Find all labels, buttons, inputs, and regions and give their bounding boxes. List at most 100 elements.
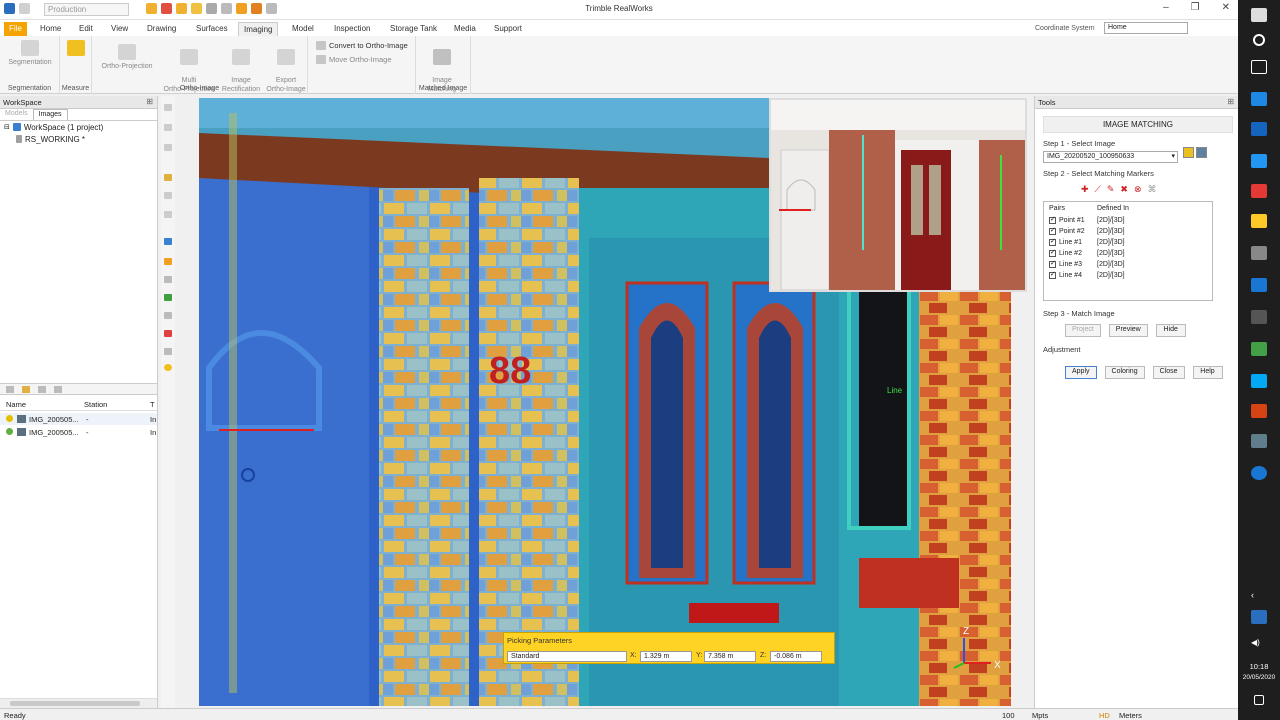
pin-icon[interactable]: ⊞ (1227, 97, 1234, 106)
tab-support[interactable]: Support (489, 22, 527, 36)
collapse-icon[interactable]: ⊟ (4, 123, 10, 131)
x-value-field[interactable]: 1.329 m (640, 651, 692, 662)
calculator-icon[interactable] (1251, 310, 1267, 324)
coloring-button[interactable]: Coloring (1104, 366, 1145, 379)
pin-icon[interactable]: ⊞ (146, 97, 153, 106)
restore-icon[interactable]: ❐ (1191, 2, 1200, 13)
app-icon[interactable] (1251, 466, 1267, 480)
add-point-icon[interactable]: ✚ (1081, 184, 1089, 195)
settings-icon[interactable] (1251, 246, 1267, 260)
tree-project[interactable]: ⊟ WorkSpace (1 project) (0, 121, 157, 133)
add-line-icon[interactable]: ⟋ (1095, 184, 1101, 195)
list-item[interactable]: Point #2 [2D]/[3D] (1044, 226, 1212, 237)
tab-file[interactable]: File (4, 22, 27, 36)
tab-drawing[interactable]: Drawing (142, 22, 181, 36)
list-item[interactable]: Line #3 [2D]/[3D] (1044, 259, 1212, 270)
chevron-left-icon[interactable]: ‹ (1251, 590, 1267, 604)
minimize-icon[interactable]: – (1163, 2, 1169, 13)
tab-model[interactable]: Model (287, 22, 319, 36)
pair-checkbox[interactable] (1049, 237, 1056, 246)
up-icon[interactable] (38, 385, 46, 393)
list-item[interactable]: IMG_200505... - In (0, 413, 157, 425)
pick-image-icon[interactable] (1183, 147, 1194, 158)
pair-checkbox[interactable] (1049, 270, 1056, 279)
tool-icon[interactable] (164, 104, 172, 111)
tab-inspection[interactable]: Inspection (329, 22, 375, 36)
windows-start-icon[interactable] (1251, 8, 1267, 22)
project-button[interactable]: Project (1065, 324, 1101, 337)
tree-node[interactable]: RS_WORKING * (0, 133, 157, 145)
tab-view[interactable]: View (106, 22, 133, 36)
folder-icon[interactable] (22, 385, 30, 393)
pair-checkbox[interactable] (1049, 215, 1056, 224)
search-icon[interactable] (1253, 34, 1265, 46)
z-value-field[interactable]: -0.086 m (770, 651, 822, 662)
clear-markers-icon[interactable]: ⊗ (1134, 184, 1142, 195)
hd-label[interactable]: HD (1099, 711, 1110, 720)
scrollbar-thumb[interactable] (10, 701, 140, 706)
units-select[interactable]: Meters (1119, 711, 1142, 720)
tool-icon[interactable] (164, 294, 172, 301)
horizontal-scrollbar[interactable] (0, 698, 157, 708)
picking-mode-select[interactable]: Standard (507, 651, 627, 662)
tool-icon[interactable] (164, 124, 172, 131)
list-item[interactable]: IMG_200505... - In (0, 426, 157, 438)
image-options-icon[interactable] (1196, 147, 1207, 158)
tab-images[interactable]: Images (32, 109, 68, 120)
list-item[interactable]: Point #1 [2D]/[3D] (1044, 215, 1212, 226)
tool-icon[interactable] (164, 211, 172, 218)
tab-storage-tank[interactable]: Storage Tank (385, 22, 442, 36)
close-button[interactable]: Close (1152, 366, 1185, 379)
image-select[interactable]: IMG_20200520_100950633 ▾ (1043, 151, 1178, 163)
apply-button[interactable]: Apply (1065, 366, 1097, 379)
tool-icon[interactable] (164, 174, 172, 181)
hide-button[interactable]: Hide (1155, 324, 1186, 337)
help-button[interactable]: Help (1192, 366, 1223, 379)
network-icon[interactable] (1251, 610, 1267, 624)
column-t[interactable]: T (150, 400, 155, 409)
chrome-icon[interactable] (1251, 184, 1267, 198)
volume-icon[interactable]: ◀) (1251, 638, 1267, 652)
tool-icon[interactable] (164, 348, 172, 355)
tool-icon[interactable] (164, 312, 172, 319)
tool-icon[interactable] (164, 276, 172, 283)
app-icon[interactable] (1251, 342, 1267, 356)
realworks-icon[interactable] (1251, 434, 1267, 448)
list-item[interactable]: Line #1 [2D]/[3D] (1044, 237, 1212, 248)
task-view-icon[interactable] (1251, 60, 1267, 74)
list-item[interactable]: Line #4 [2D]/[3D] (1044, 270, 1212, 281)
edge-icon[interactable] (1251, 92, 1267, 106)
column-name[interactable]: Name (6, 400, 26, 409)
powerpoint-icon[interactable] (1251, 404, 1267, 418)
clock-date[interactable]: 20/05/2020 (1238, 674, 1280, 681)
y-value-field[interactable]: 7.358 m (704, 651, 756, 662)
delete-marker-icon[interactable]: ✖ (1120, 184, 1128, 195)
preview-button[interactable]: Preview (1108, 324, 1148, 337)
close-icon[interactable]: ✕ (1222, 2, 1230, 13)
notifications-icon[interactable] (1254, 695, 1264, 705)
tool-icon[interactable] (164, 144, 172, 151)
reference-image-preview[interactable] (769, 98, 1027, 292)
move-ortho-button[interactable]: Move Ortho-Image (316, 55, 392, 64)
tool-icon[interactable] (164, 238, 172, 245)
marker-options-icon[interactable]: ⌘ (1148, 184, 1157, 195)
tab-edit[interactable]: Edit (74, 22, 98, 36)
segmentation-button[interactable]: Segmentation (6, 40, 54, 67)
skype-icon[interactable] (1251, 374, 1267, 388)
ie-icon[interactable] (1251, 154, 1267, 168)
tab-models[interactable]: Models (0, 109, 33, 120)
outlook-icon[interactable] (1251, 122, 1267, 136)
tab-media[interactable]: Media (449, 22, 481, 36)
list-item[interactable]: Line #2 [2D]/[3D] (1044, 248, 1212, 259)
explorer-icon[interactable] (1251, 214, 1267, 228)
list-view-icon[interactable] (54, 385, 62, 393)
ortho-projection-button[interactable]: Ortho-Projection (96, 44, 158, 71)
pair-checkbox[interactable] (1049, 259, 1056, 268)
tab-home[interactable]: Home (35, 22, 66, 36)
convert-ortho-button[interactable]: Convert to Ortho-Image (316, 41, 408, 50)
filter-icon[interactable] (6, 385, 14, 393)
tab-imaging[interactable]: Imaging (238, 22, 279, 36)
measure-button[interactable] (64, 40, 88, 58)
column-station[interactable]: Station (84, 400, 107, 409)
pair-checkbox[interactable] (1049, 226, 1056, 235)
